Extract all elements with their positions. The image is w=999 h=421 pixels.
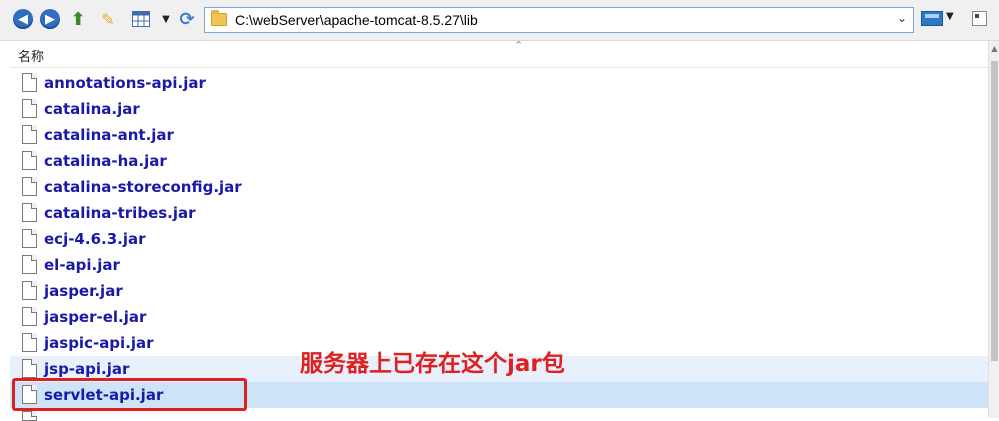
monitor-view-button[interactable] [921, 11, 943, 26]
scroll-up-icon[interactable]: ▲ [989, 44, 999, 53]
list-item[interactable]: el-api.jar [10, 252, 988, 278]
view-grid-button[interactable] [130, 9, 152, 29]
file-name[interactable]: annotations-api.jar [44, 74, 206, 92]
list-item[interactable]: jasper-el.jar [10, 304, 988, 330]
file-name[interactable]: catalina-tribes.jar [44, 204, 196, 222]
caret-down-icon: ▼ [162, 13, 170, 25]
forward-button[interactable]: ▶ [40, 9, 60, 29]
list-item[interactable]: ecj-4.6.3.jar [10, 226, 988, 252]
new-folder-button[interactable]: ✎ [98, 9, 118, 29]
explorer-toolbar: ◀ ▶ ⬆ ✎ ▼ ⟳ C:\webServer\apache-tomcat-8… [0, 0, 999, 41]
list-item[interactable]: catalina.jar [10, 96, 988, 122]
address-path[interactable]: C:\webServer\apache-tomcat-8.5.27\lib [235, 12, 478, 28]
list-item[interactable]: annotations-api.jar [10, 70, 988, 96]
file-icon [22, 281, 37, 300]
sort-ascending-icon: ⌃ [514, 39, 524, 52]
list-item[interactable]: catalina-ha.jar [10, 148, 988, 174]
file-name[interactable]: ecj-4.6.3.jar [44, 230, 146, 248]
file-name[interactable]: catalina-ant.jar [44, 126, 174, 144]
file-icon [22, 255, 37, 274]
file-icon [22, 229, 37, 248]
panel-toggle-button[interactable] [972, 11, 987, 26]
view-dropdown-button[interactable]: ▼ [156, 9, 176, 29]
file-name[interactable]: catalina-ha.jar [44, 152, 167, 170]
file-icon [22, 151, 37, 170]
file-name[interactable]: el-api.jar [44, 256, 120, 274]
list-item[interactable]: jasper.jar [10, 278, 988, 304]
refresh-icon: ⟳ [179, 8, 195, 30]
list-item[interactable]: catalina-tribes.jar [10, 200, 988, 226]
file-icon [22, 203, 37, 222]
list-item[interactable]: catalina-ant.jar [10, 122, 988, 148]
scroll-thumb[interactable] [991, 61, 998, 361]
folder-icon [211, 10, 227, 26]
file-name[interactable]: jasper-el.jar [44, 308, 146, 326]
file-icon [22, 73, 37, 92]
file-icon [22, 177, 37, 196]
file-icon [22, 125, 37, 144]
file-name[interactable]: jsp-api.jar [44, 360, 129, 378]
file-icon [22, 333, 37, 352]
file-name[interactable]: jasper.jar [44, 282, 123, 300]
address-bar[interactable]: C:\webServer\apache-tomcat-8.5.27\lib ⌄ [204, 7, 914, 33]
caret-down-icon[interactable]: ▼ [946, 11, 954, 22]
file-name[interactable]: catalina-storeconfig.jar [44, 178, 242, 196]
grid-icon [132, 11, 150, 27]
annotation-text: 服务器上已存在这个jar包 [300, 351, 565, 377]
file-icon [22, 307, 37, 326]
highlight-box [12, 378, 247, 411]
up-folder-button[interactable]: ⬆ [68, 8, 88, 30]
file-icon [22, 411, 37, 421]
back-button[interactable]: ◀ [13, 9, 33, 29]
folder-icon: ✎ [101, 9, 115, 29]
file-icon [22, 359, 37, 378]
chevron-down-icon[interactable]: ⌄ [897, 11, 907, 25]
file-name[interactable]: catalina.jar [44, 100, 140, 118]
file-icon [22, 99, 37, 118]
up-arrow-icon: ⬆ [70, 8, 86, 30]
vertical-scrollbar[interactable]: ▲ [988, 41, 999, 418]
list-item[interactable]: catalina-storeconfig.jar [10, 174, 988, 200]
refresh-button[interactable]: ⟳ [177, 8, 197, 30]
file-name[interactable]: jaspic-api.jar [44, 334, 154, 352]
name-column-label[interactable]: 名称 [18, 46, 44, 65]
column-header[interactable]: 名称 ⌃ [10, 39, 988, 68]
